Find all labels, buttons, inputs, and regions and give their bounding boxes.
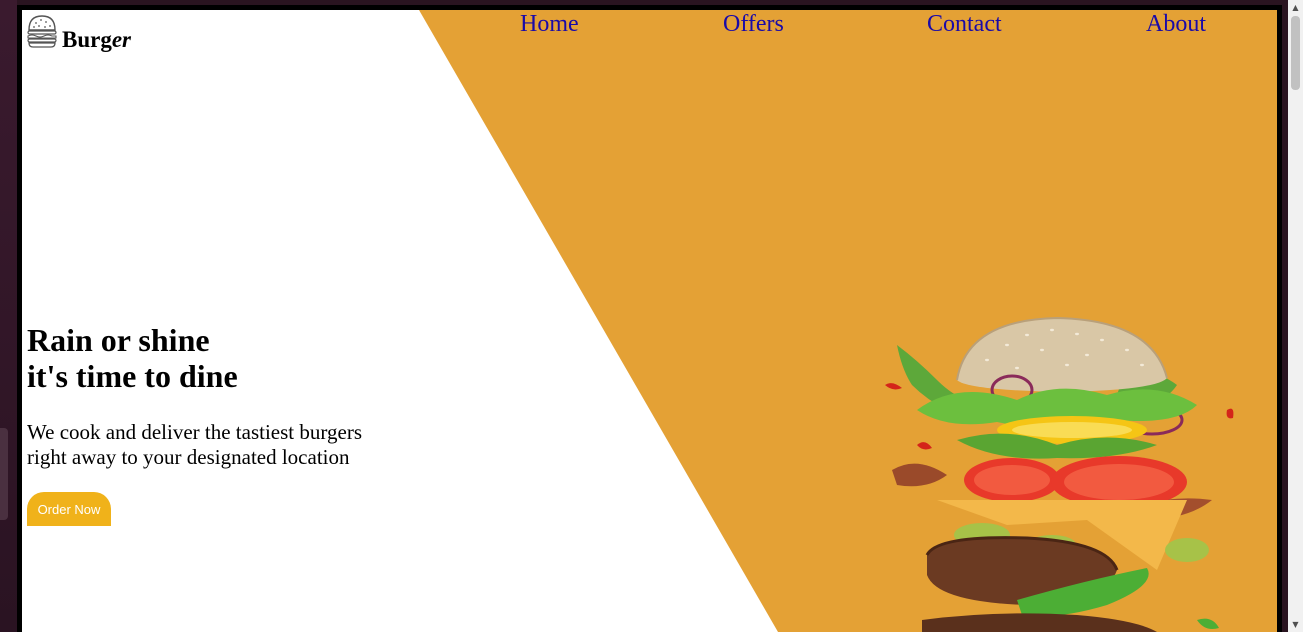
main-nav: Home Offers Contact About xyxy=(22,10,1277,40)
burger-hero-image xyxy=(885,316,1234,632)
order-now-button[interactable]: Order Now xyxy=(27,492,111,526)
desktop-left-edge xyxy=(0,0,17,632)
nav-link-about[interactable]: About xyxy=(1146,10,1206,38)
scroll-up-arrow-icon[interactable]: ▲ xyxy=(1288,0,1303,15)
hero-title-line-2: it's time to dine xyxy=(27,358,238,394)
hero-title: Rain or shine it's time to dine xyxy=(27,322,238,394)
scroll-down-arrow-icon[interactable]: ▼ xyxy=(1288,617,1303,632)
nav-link-home[interactable]: Home xyxy=(520,10,579,38)
desktop-edge-tab xyxy=(0,428,8,520)
vertical-scrollbar[interactable]: ▲ ▼ xyxy=(1288,0,1303,632)
hero-description-line-2: right away to your designated location xyxy=(27,445,350,469)
hero-title-line-1: Rain or shine xyxy=(27,322,210,358)
nav-link-offers[interactable]: Offers xyxy=(723,10,784,38)
page-viewport: Burger Home Offers Contact About Rain or… xyxy=(22,10,1277,632)
scrollbar-thumb[interactable] xyxy=(1291,16,1300,90)
nav-link-contact[interactable]: Contact xyxy=(927,10,1002,38)
hero-description: We cook and deliver the tastiest burgers… xyxy=(27,420,387,470)
hero-description-line-1: We cook and deliver the tastiest burgers xyxy=(27,420,362,444)
